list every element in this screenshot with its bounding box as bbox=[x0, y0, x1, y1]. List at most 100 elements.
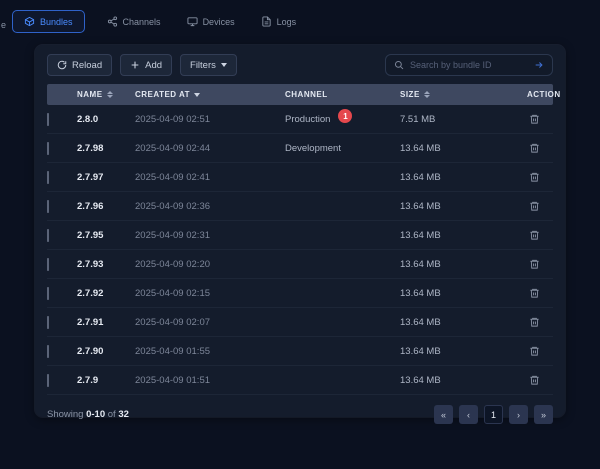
delete-bundle-button[interactable] bbox=[527, 111, 542, 127]
row-select-cell bbox=[47, 172, 77, 183]
delete-bundle-button[interactable] bbox=[527, 140, 542, 156]
delete-bundle-button[interactable] bbox=[527, 314, 542, 330]
delete-bundle-button[interactable] bbox=[527, 372, 542, 388]
row-select-cell bbox=[47, 317, 77, 328]
table-footer: Showing 0-10 of 32 « ‹ 1 › » bbox=[35, 395, 565, 436]
trash-icon bbox=[529, 287, 540, 299]
bundle-name: 2.7.98 bbox=[77, 143, 135, 154]
row-select-cell bbox=[47, 259, 77, 270]
channel-count-badge: 1 bbox=[338, 109, 352, 123]
showing-label: Showing bbox=[47, 409, 83, 420]
table-row: 2.8.0 2025-04-09 02:51 Production 1 7.51… bbox=[47, 105, 553, 134]
sort-icon bbox=[424, 91, 430, 98]
row-action-cell bbox=[505, 372, 553, 389]
row-checkbox[interactable] bbox=[47, 113, 49, 126]
bundle-size: 13.64 MB bbox=[400, 143, 505, 154]
trash-icon bbox=[529, 171, 540, 183]
search-submit-icon[interactable] bbox=[534, 60, 544, 70]
last-page-button[interactable]: » bbox=[534, 405, 553, 424]
table-row: 2.7.91 2025-04-09 02:07 13.64 MB bbox=[47, 308, 553, 337]
bundle-size: 13.64 MB bbox=[400, 288, 505, 299]
row-action-cell bbox=[505, 198, 553, 215]
column-header-created-at[interactable]: CREATED AT bbox=[135, 90, 285, 99]
package-icon bbox=[24, 16, 35, 27]
bundle-name: 2.7.92 bbox=[77, 288, 135, 299]
row-checkbox[interactable] bbox=[47, 200, 49, 213]
column-header-channel[interactable]: CHANNEL bbox=[285, 90, 400, 99]
toolbar: Reload Add Filters bbox=[35, 45, 565, 84]
bundle-created-at: 2025-04-09 02:15 bbox=[135, 288, 285, 299]
tab-devices-label: Devices bbox=[203, 17, 235, 27]
tab-bundles[interactable]: Bundles bbox=[12, 10, 85, 33]
column-header-size[interactable]: SIZE bbox=[400, 90, 505, 99]
bundle-name: 2.7.91 bbox=[77, 317, 135, 328]
search-icon bbox=[394, 60, 404, 70]
table-row: 2.7.93 2025-04-09 02:20 13.64 MB bbox=[47, 250, 553, 279]
reload-button[interactable]: Reload bbox=[47, 54, 112, 76]
delete-bundle-button[interactable] bbox=[527, 285, 542, 301]
row-checkbox[interactable] bbox=[47, 316, 49, 329]
row-checkbox[interactable] bbox=[47, 287, 49, 300]
row-action-cell bbox=[505, 169, 553, 186]
row-checkbox[interactable] bbox=[47, 374, 49, 387]
delete-bundle-button[interactable] bbox=[527, 343, 542, 359]
bundle-created-at: 2025-04-09 02:31 bbox=[135, 230, 285, 241]
filters-button[interactable]: Filters bbox=[180, 54, 237, 76]
row-checkbox[interactable] bbox=[47, 229, 49, 242]
share-nodes-icon bbox=[107, 16, 118, 27]
bundle-channel: Production bbox=[285, 114, 330, 125]
bundle-size: 13.64 MB bbox=[400, 230, 505, 241]
delete-bundle-button[interactable] bbox=[527, 198, 542, 214]
row-action-cell bbox=[505, 314, 553, 331]
bundles-table: NAME CREATED AT CHANNEL SIZE ACTION bbox=[47, 84, 553, 395]
row-action-cell bbox=[505, 343, 553, 360]
bundle-created-at: 2025-04-09 02:36 bbox=[135, 201, 285, 212]
first-page-button[interactable]: « bbox=[434, 405, 453, 424]
bundle-name: 2.7.96 bbox=[77, 201, 135, 212]
next-page-button[interactable]: › bbox=[509, 405, 528, 424]
tab-bundles-label: Bundles bbox=[40, 17, 73, 27]
column-header-name[interactable]: NAME bbox=[77, 90, 135, 99]
delete-bundle-button[interactable] bbox=[527, 169, 542, 185]
delete-bundle-button[interactable] bbox=[527, 256, 542, 272]
showing-range: 0-10 bbox=[86, 409, 105, 420]
search-input[interactable] bbox=[410, 60, 528, 70]
row-select-cell bbox=[47, 201, 77, 212]
bundle-name: 2.7.95 bbox=[77, 230, 135, 241]
row-checkbox[interactable] bbox=[47, 171, 49, 184]
row-select-cell bbox=[47, 375, 77, 386]
bundle-size: 7.51 MB bbox=[400, 114, 505, 125]
tab-logs[interactable]: Logs bbox=[257, 10, 301, 33]
trash-icon bbox=[529, 374, 540, 386]
add-button[interactable]: Add bbox=[120, 54, 172, 76]
plus-icon bbox=[130, 60, 140, 70]
table-row: 2.7.98 2025-04-09 02:44 Development 13.6… bbox=[47, 134, 553, 163]
column-header-size-label: SIZE bbox=[400, 90, 420, 99]
column-header-created-at-label: CREATED AT bbox=[135, 90, 190, 99]
row-select-cell bbox=[47, 114, 77, 125]
current-page-button[interactable]: 1 bbox=[484, 405, 503, 424]
bundle-created-at: 2025-04-09 02:51 bbox=[135, 114, 285, 125]
table-row: 2.7.90 2025-04-09 01:55 13.64 MB bbox=[47, 337, 553, 366]
tab-channels[interactable]: Channels bbox=[103, 10, 165, 33]
bundle-size: 13.64 MB bbox=[400, 346, 505, 357]
sort-icon bbox=[107, 91, 113, 98]
bundle-created-at: 2025-04-09 02:41 bbox=[135, 172, 285, 183]
table-row: 2.7.95 2025-04-09 02:31 13.64 MB bbox=[47, 221, 553, 250]
bundle-name: 2.7.90 bbox=[77, 346, 135, 357]
prev-page-button[interactable]: ‹ bbox=[459, 405, 478, 424]
bundle-size: 13.64 MB bbox=[400, 317, 505, 328]
bundle-name: 2.7.9 bbox=[77, 375, 135, 386]
column-header-action: ACTION bbox=[505, 90, 561, 99]
search-box[interactable] bbox=[385, 54, 553, 76]
row-checkbox[interactable] bbox=[47, 345, 49, 358]
table-row: 2.7.97 2025-04-09 02:41 13.64 MB bbox=[47, 163, 553, 192]
bundles-panel: Reload Add Filters NAME CREATE bbox=[35, 45, 565, 417]
row-checkbox[interactable] bbox=[47, 258, 49, 271]
partial-edge-text: e bbox=[1, 20, 6, 30]
delete-bundle-button[interactable] bbox=[527, 227, 542, 243]
bundle-size: 13.64 MB bbox=[400, 375, 505, 386]
row-checkbox[interactable] bbox=[47, 142, 49, 155]
tab-devices[interactable]: Devices bbox=[183, 10, 239, 33]
row-select-cell bbox=[47, 346, 77, 357]
